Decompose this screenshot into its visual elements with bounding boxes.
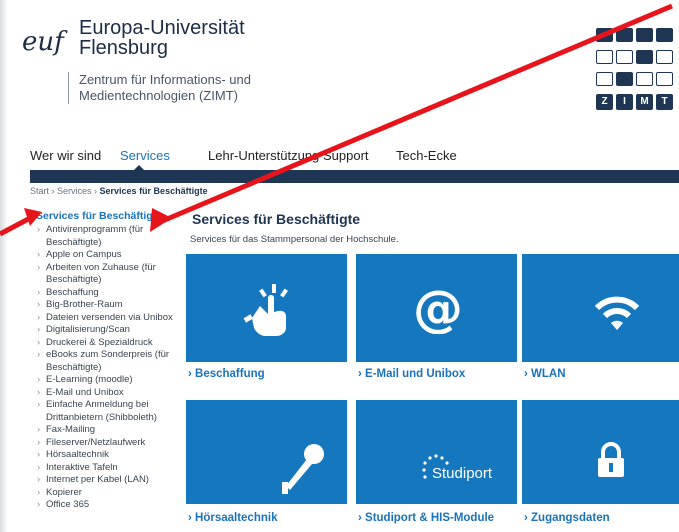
university-name[interactable]: Europa-Universität Flensburg — [79, 18, 245, 58]
zimt-logo-cell — [636, 28, 653, 42]
sidebar: Services für Beschäftigte Antivirenprogr… — [36, 210, 176, 512]
sidebar-item[interactable]: Hörsaaltechnik — [36, 449, 176, 462]
sidebar-item[interactable]: Arbeiten von Zuhause (für Beschäftigte) — [36, 262, 176, 287]
tile-label-hoersaaltechnik[interactable]: › Hörsaaltechnik — [188, 512, 277, 524]
breadcrumb-services[interactable]: Services — [57, 186, 92, 196]
tile-label-beschaffung[interactable]: › Beschaffung — [188, 368, 265, 380]
tile-zugangsdaten[interactable] — [522, 400, 679, 504]
zimt-logo-cell — [596, 72, 613, 86]
breadcrumb: Start › Services › Services für Beschäft… — [30, 186, 208, 196]
center-name: Zentrum für Informations- und Medientech… — [68, 72, 251, 104]
sidebar-item[interactable]: Internet per Kabel (LAN) — [36, 474, 176, 487]
zimt-logo-cell — [656, 50, 673, 64]
zimt-logo[interactable]: Z I M T — [596, 28, 674, 112]
sidebar-item[interactable]: Fileserver/Netzlaufwerk — [36, 437, 176, 450]
tile-label-wlan[interactable]: › WLAN — [524, 368, 566, 380]
svg-text:euf: euf — [22, 27, 68, 57]
sidebar-item[interactable]: Druckerei & Spezialdruck — [36, 337, 176, 350]
university-name-line1: Europa-Universität — [79, 17, 245, 39]
tile-label-studiport[interactable]: › Studiport & HIS-Module — [358, 512, 494, 524]
lock-icon — [598, 442, 624, 477]
zimt-logo-cell — [636, 72, 653, 86]
zimt-logo-cell — [616, 72, 633, 86]
zimt-letter: I — [616, 94, 633, 110]
nav-item-wer-wir-sind[interactable]: Wer wir sind — [30, 148, 101, 163]
sidebar-heading[interactable]: Services für Beschäftigte — [36, 210, 176, 223]
tile-studiport[interactable]: Studiport — [356, 400, 517, 504]
studiport-icon: Studiport — [422, 454, 493, 482]
page-title: Services für Beschäftigte — [192, 211, 361, 227]
center-name-line2: Medientechnologien (ZIMT) — [79, 88, 238, 103]
page-description: Services für das Stammpersonal der Hochs… — [190, 234, 399, 245]
tile-label-zugangsdaten[interactable]: › Zugangsdaten — [524, 512, 610, 524]
at-sign-icon: @ — [413, 282, 463, 334]
nav-item-lehr-unterstuetzung[interactable]: Lehr-Unterstützung — [208, 148, 319, 163]
university-logo-icon[interactable]: euf — [22, 24, 72, 60]
breadcrumb-current: Services für Beschäftigte — [99, 186, 208, 196]
svg-text:@: @ — [413, 282, 463, 334]
breadcrumb-separator: › — [91, 186, 100, 196]
sidebar-list: Antivirenprogramm (für Beschäftigte) App… — [36, 224, 176, 512]
sidebar-item[interactable]: Fax-Mailing — [36, 424, 176, 437]
zimt-logo-cell — [656, 28, 673, 42]
zimt-logo-cell — [656, 72, 673, 86]
nav-item-tech-ecke[interactable]: Tech-Ecke — [396, 148, 457, 163]
sidebar-item[interactable]: E-Mail und Unibox — [36, 387, 176, 400]
university-name-line2: Flensburg — [79, 37, 168, 59]
sidebar-item[interactable]: Kopierer — [36, 487, 176, 500]
wifi-icon — [594, 296, 640, 330]
tile-label-email-unibox[interactable]: › E-Mail und Unibox — [358, 368, 465, 380]
nav-item-services[interactable]: Services — [120, 148, 170, 163]
sidebar-item[interactable]: Beschaffung — [36, 287, 176, 300]
svg-text:Studiport: Studiport — [432, 465, 493, 482]
sidebar-item[interactable]: Einfache Anmeldung bei Drittanbietern (S… — [36, 399, 176, 424]
sidebar-item[interactable]: Interaktive Tafeln — [36, 462, 176, 475]
center-name-line1: Zentrum für Informations- und — [79, 72, 251, 87]
sidebar-item[interactable]: Apple on Campus — [36, 249, 176, 262]
sidebar-item[interactable]: Digitalisierung/Scan — [36, 324, 176, 337]
tile-hoersaaltechnik[interactable] — [186, 400, 347, 504]
zimt-logo-cell — [616, 50, 633, 64]
zimt-logo-cell — [616, 28, 633, 42]
hand-pointer-icon — [243, 284, 288, 336]
sidebar-item[interactable]: Antivirenprogramm (für Beschäftigte) — [36, 224, 176, 249]
nav-bar — [30, 170, 679, 183]
sidebar-item[interactable]: Big-Brother-Raum — [36, 299, 176, 312]
zimt-letter: Z — [596, 94, 613, 110]
sidebar-item[interactable]: eBooks zum Sonderpreis (für Beschäftigte… — [36, 349, 176, 374]
tile-wlan[interactable] — [522, 254, 679, 362]
zimt-logo-cell — [596, 50, 613, 64]
zimt-logo-cell — [636, 50, 653, 64]
breadcrumb-separator: › — [49, 186, 58, 196]
zimt-logo-cell — [596, 28, 613, 42]
tile-email-unibox[interactable]: @ — [356, 254, 517, 362]
breadcrumb-start[interactable]: Start — [30, 186, 49, 196]
nav-item-support[interactable]: Support — [323, 148, 369, 163]
sidebar-item[interactable]: Dateien versenden via Unibox — [36, 312, 176, 325]
zimt-letter: M — [636, 94, 653, 110]
sidebar-item[interactable]: E-Learning (moodle) — [36, 374, 176, 387]
zimt-letter: T — [656, 94, 673, 110]
sidebar-item[interactable]: Office 365 — [36, 499, 176, 512]
microphone-icon — [282, 444, 324, 494]
page-edge-shadow — [0, 0, 8, 532]
tile-beschaffung[interactable] — [186, 254, 347, 362]
